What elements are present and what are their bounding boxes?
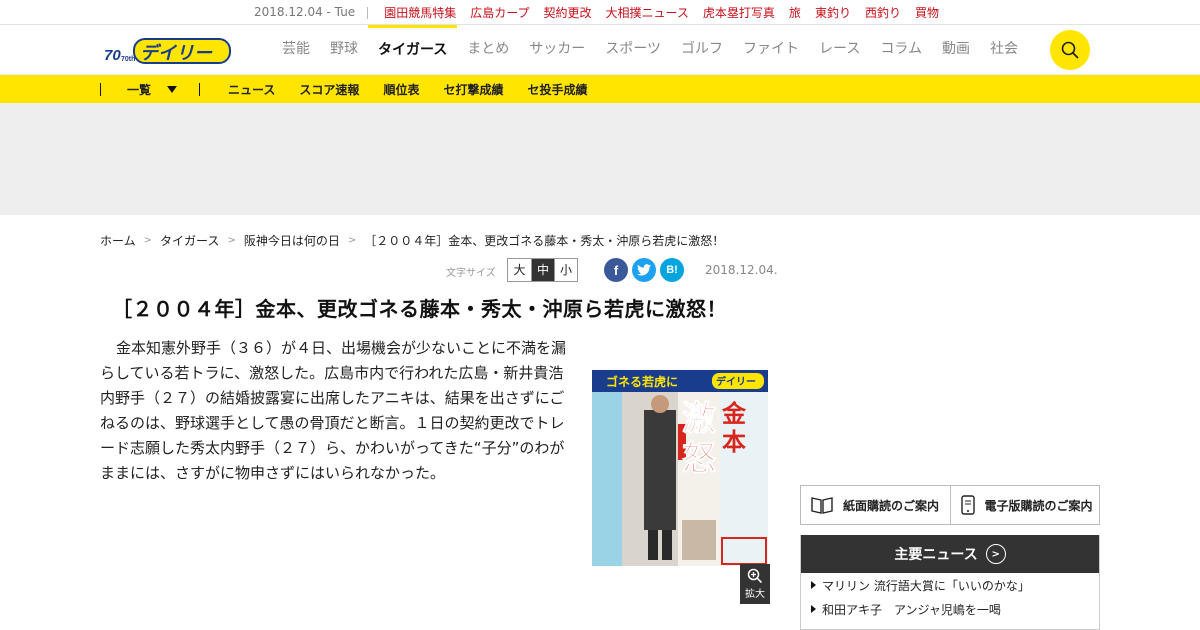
top-link-travel[interactable]: 旅 [789,4,801,21]
nav-society[interactable]: 社会 [980,25,1028,75]
site-header: 70 70th デイリー 芸能 野球 タイガース まとめ サッカー スポーツ ゴ… [0,25,1200,75]
top-link-shopping[interactable]: 買物 [915,4,939,21]
newspaper-front-page-image[interactable]: ゴネる若虎に デイリー 激 怒 金 本 [592,370,768,566]
svg-text:本: 本 [722,428,746,456]
top-link-west-fishing[interactable]: 西釣り [865,4,901,21]
nav-race[interactable]: レース [809,25,870,75]
svg-text:怒: 怒 [682,439,716,479]
twitter-share-button[interactable] [632,258,656,282]
nav-video[interactable]: 動画 [932,25,980,75]
svg-text:デイリー: デイリー [140,43,213,64]
smartphone-icon [960,495,975,515]
subscribe-box: 紙面購読のご案内 電子版購読のご案内 [800,485,1100,525]
nav-matome[interactable]: まとめ [457,25,519,75]
zoom-in-icon [747,568,763,584]
font-size-medium[interactable]: 中 [531,259,554,281]
main-news-title: 主要ニュース [894,547,978,563]
triangle-right-icon [811,581,816,589]
nav-baseball[interactable]: 野球 [320,25,368,75]
search-button[interactable] [1050,30,1090,70]
ad-placeholder [0,103,1200,215]
font-size-label: 文字サイズ [446,268,496,279]
font-size-small[interactable]: 小 [554,259,577,281]
main-news-box: 主要ニュース > マリリン 流行語大賞に「いいのかな」 和田アキ子 アンジャ児嶋… [800,535,1100,630]
top-link-sonoda[interactable]: 園田競馬特集 [384,4,456,21]
breadcrumb-current: ［２００４年］金本、更改ゴネる藤本・秀太・沖原ら若虎に激怒！ [364,234,725,248]
subnav-divider [199,82,201,96]
global-nav: 芸能 野球 タイガース まとめ サッカー スポーツ ゴルフ ファイト レース コ… [272,25,1028,75]
twitter-icon [637,264,651,276]
svg-text:激: 激 [682,399,716,439]
publish-date: 2018.12.04. [705,263,778,277]
top-strip: 2018.12.04 - Tue 園田競馬特集 広島カープ 契約更改 大相撲ニュ… [0,0,1200,25]
nav-column[interactable]: コラム [870,25,932,75]
breadcrumb-home[interactable]: ホーム [100,232,136,249]
chevron-right-icon: > [227,235,236,246]
subnav-news[interactable]: ニュース [228,81,275,98]
font-size-switcher: 大 中 小 [507,258,578,282]
paper-subscribe-button[interactable]: 紙面購読のご案内 [801,486,950,524]
search-icon [1061,41,1079,59]
svg-text:ゴネる若虎に: ゴネる若虎に [606,374,678,389]
nav-fight[interactable]: ファイト [733,25,809,75]
paper-subscribe-label: 紙面購読のご案内 [843,498,940,513]
subnav-score[interactable]: スコア速報 [299,81,359,98]
chevron-right-icon: > [985,544,1006,564]
main-news-header[interactable]: 主要ニュース > [801,535,1099,573]
font-size-large[interactable]: 大 [508,259,531,281]
digital-subscribe-label: 電子版購読のご案内 [984,498,1093,513]
top-link-east-fishing[interactable]: 東釣り [815,4,851,21]
news-list-item[interactable]: 和田アキ子 アンジャ児嶋を一喝 [801,597,1099,621]
nav-soccer[interactable]: サッカー [519,25,595,75]
subnav-pitching-stats[interactable]: セ投手成績 [527,81,587,98]
svg-text:70th: 70th [121,56,135,63]
news-list-item[interactable]: マリリン 流行語大賞に「いいのかな」 [801,573,1099,597]
facebook-share-button[interactable]: f [604,258,628,282]
article-body: 金本知憲外野手（３６）が４日、出場機会が少ないことに不満を漏らしている若トラに、… [100,339,567,482]
top-link-homerun-photo[interactable]: 虎本塁打写真 [703,4,775,21]
nav-golf[interactable]: ゴルフ [671,25,733,75]
hatena-share-button[interactable]: B! [660,258,684,282]
book-icon [811,497,833,514]
caret-down-icon [167,85,178,93]
sub-nav: 一覧 ニュース スコア速報 順位表 セ打撃成績 セ投手成績 [0,75,1200,103]
subnav-batting-stats[interactable]: セ打撃成績 [443,81,503,98]
top-date: 2018.12.04 - Tue [254,5,369,19]
nav-geino[interactable]: 芸能 [272,25,320,75]
article-headline: ［２００４年］金本、更改ゴネる藤本・秀太・沖原ら若虎に激怒！ [112,297,727,321]
subnav-list-label: 一覧 [127,82,152,97]
news-item-title: マリリン 流行語大賞に「いいのかな」 [822,578,1030,593]
svg-text:金: 金 [721,400,747,428]
daily-logo[interactable]: 70 70th デイリー [104,37,234,65]
top-link-carp[interactable]: 広島カープ [470,4,529,21]
facebook-icon: f [613,262,619,278]
svg-text:デイリー: デイリー [716,375,756,388]
nav-sports[interactable]: スポーツ [595,25,671,75]
digital-subscribe-button[interactable]: 電子版購読のご案内 [949,486,1100,524]
chevron-right-icon: > [347,235,357,246]
breadcrumb: ホーム > タイガース > 阪神今日は何の日 > ［２００４年］金本、更改ゴネる… [100,232,724,249]
subnav-list-menu[interactable]: 一覧 [101,81,199,98]
triangle-right-icon [811,605,816,613]
news-item-title: 和田アキ子 アンジャ児嶋を一喝 [822,602,1001,617]
subnav-standings[interactable]: 順位表 [383,81,419,98]
svg-text:70: 70 [104,47,121,64]
hatena-icon: B! [666,264,678,276]
breadcrumb-tigers[interactable]: タイガース [160,232,219,249]
chevron-right-icon: > [143,235,153,246]
top-link-sumo[interactable]: 大相撲ニュース [606,4,689,21]
nav-tigers[interactable]: タイガース [368,25,458,75]
breadcrumb-today[interactable]: 阪神今日は何の日 [244,232,340,249]
zoom-label: 拡大 [745,589,765,600]
top-link-contract[interactable]: 契約更改 [543,4,591,21]
zoom-button[interactable]: 拡大 [740,564,770,604]
